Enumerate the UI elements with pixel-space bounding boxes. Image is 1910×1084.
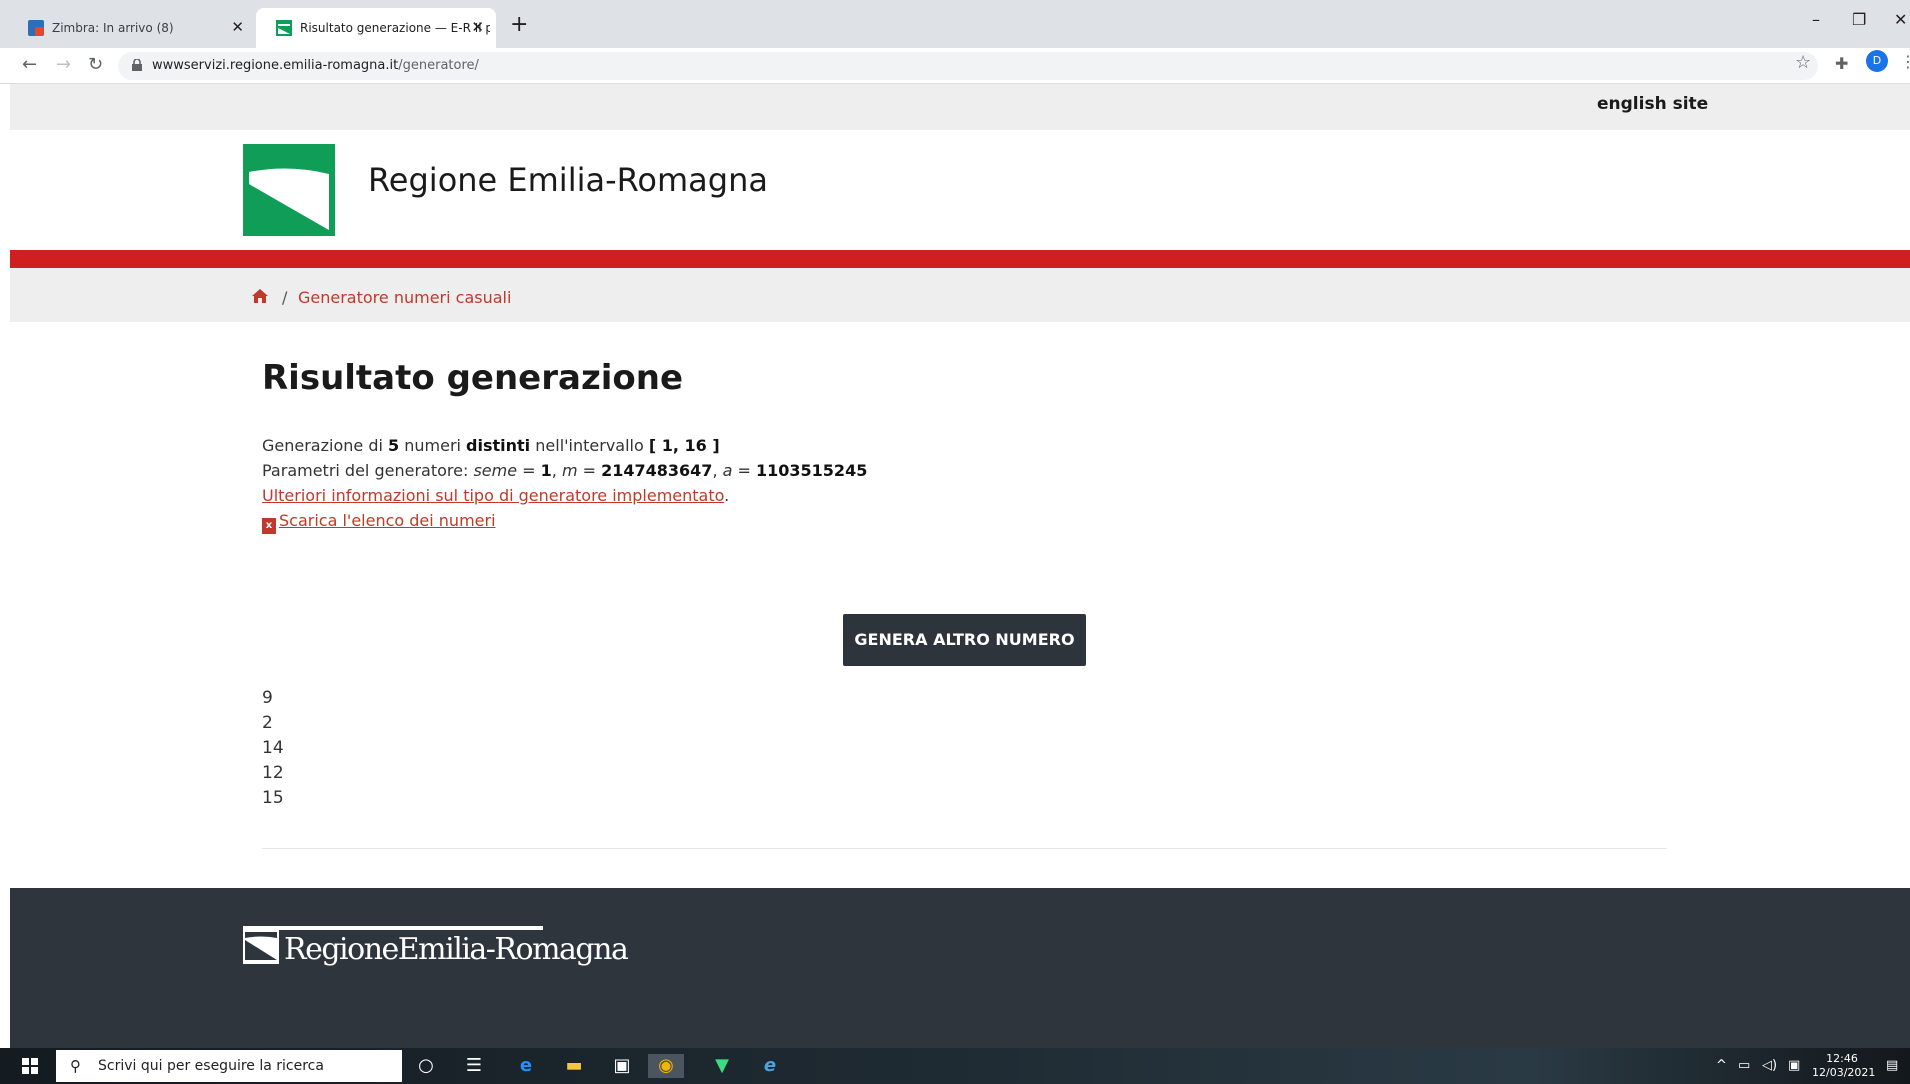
windows-taskbar: ⚲ Scrivi qui per eseguire la ricerca ○ ☰… (0, 1048, 1910, 1084)
search-icon: ⚲ (70, 1057, 81, 1075)
screen: Zimbra: In arrivo (8) ✕ Risultato genera… (0, 0, 1910, 1084)
english-site-link[interactable]: english site (1597, 94, 1708, 114)
more-info-period: . (724, 486, 730, 505)
generation-summary: Generazione di 5 numeri distinti nell'in… (262, 436, 720, 455)
excel-icon[interactable]: x (262, 518, 276, 534)
generate-another-button[interactable]: GENERA ALTRO NUMERO (843, 614, 1086, 666)
seed-value: 1 (540, 461, 552, 480)
breadcrumb-generatore-link[interactable]: Generatore numeri casuali (298, 288, 511, 307)
search-placeholder: Scrivi qui per eseguire la ricerca (98, 1058, 324, 1074)
tab-title: Risultato generazione — E-R Il p (300, 21, 490, 35)
params-text: = (732, 461, 756, 480)
regione-favicon-icon (276, 20, 292, 36)
network-icon[interactable]: ▭ (1738, 1058, 1750, 1073)
kind-value: distinti (466, 436, 531, 455)
m-value: 2147483647 (601, 461, 713, 480)
number-item: 9 (262, 688, 273, 708)
more-info-line: Ulteriori informazioni sul tipo di gener… (262, 486, 729, 505)
breadcrumb (10, 268, 1910, 322)
new-tab-icon[interactable]: + (510, 12, 528, 37)
close-window-icon[interactable]: ✕ (1894, 10, 1907, 29)
menu-icon[interactable]: ⋮ (1900, 52, 1910, 71)
number-item: 14 (262, 738, 284, 758)
tab-risultato[interactable]: Risultato generazione — E-R Il p ✕ (256, 8, 496, 48)
more-info-link[interactable]: Ulteriori informazioni sul tipo di gener… (262, 486, 724, 505)
download-line: x Scarica l'elenco dei numeri (262, 511, 496, 534)
volume-icon[interactable]: ◁) (1762, 1058, 1777, 1073)
params-text: , (551, 461, 562, 480)
m-label: m (561, 461, 578, 480)
clock-date: 12/03/2021 (1812, 1066, 1876, 1079)
taskbar-clock[interactable]: 12:46 12/03/2021 (1812, 1052, 1876, 1080)
internet-explorer-icon[interactable]: e (758, 1054, 782, 1078)
minimize-icon[interactable]: – (1812, 10, 1820, 29)
forward-icon[interactable]: → (56, 54, 71, 75)
cortana-icon[interactable]: ○ (414, 1054, 438, 1078)
address-bar[interactable]: wwwservizi.regione.emilia-romagna.it/gen… (118, 52, 1818, 80)
close-tab-icon[interactable]: ✕ (471, 18, 484, 36)
params-text: Parametri del generatore: (262, 461, 474, 480)
back-icon[interactable]: ← (22, 54, 37, 75)
chrome-icon[interactable]: ◉ (648, 1054, 684, 1078)
seed-label: seme (473, 461, 518, 480)
regione-logo-icon[interactable] (243, 144, 335, 236)
a-label: a (722, 461, 733, 480)
breadcrumb-separator: / (282, 288, 288, 307)
close-tab-icon[interactable]: ✕ (231, 18, 244, 36)
url-path: /generatore/ (398, 58, 479, 73)
browser-tabbar: Zimbra: In arrivo (8) ✕ Risultato genera… (0, 0, 1910, 48)
numbers-list: 9 2 14 12 15 (262, 686, 284, 811)
footer-logo-text[interactable]: RegioneEmilia-Romagna (284, 932, 629, 967)
tab-zimbra[interactable]: Zimbra: In arrivo (8) ✕ (8, 8, 256, 48)
generator-parameters: Parametri del generatore: seme = 1, m = … (262, 461, 867, 480)
app-triangle-icon[interactable]: ▼ (710, 1054, 734, 1078)
brand-red-bar (10, 250, 1910, 268)
number-item: 2 (262, 713, 273, 733)
browser-toolbar: ← → ↻ wwwservizi.regione.emilia-romagna.… (0, 48, 1910, 84)
profile-avatar[interactable]: D (1866, 50, 1888, 72)
taskbar-search-input[interactable]: ⚲ Scrivi qui per eseguire la ricerca (56, 1050, 402, 1082)
params-text: = (517, 461, 541, 480)
params-text: , (712, 461, 723, 480)
zimbra-icon (28, 20, 44, 36)
notification-badge-icon[interactable]: ▣ (1788, 1058, 1800, 1073)
reload-icon[interactable]: ↻ (88, 54, 103, 75)
summary-text: Generazione di (262, 436, 388, 455)
file-explorer-icon[interactable]: ▬ (562, 1054, 586, 1078)
tab-title: Zimbra: In arrivo (8) (52, 21, 174, 35)
restore-icon[interactable]: ❐ (1852, 10, 1866, 29)
content-divider (262, 848, 1667, 849)
lock-icon (132, 59, 142, 71)
a-value: 1103515245 (756, 461, 868, 480)
extensions-icon[interactable]: ✚ (1835, 54, 1848, 73)
edge-icon[interactable]: e (514, 1054, 538, 1078)
number-item: 12 (262, 763, 284, 783)
page-title: Risultato generazione (262, 358, 684, 398)
home-icon[interactable] (251, 288, 269, 304)
number-item: 15 (262, 788, 284, 808)
range-value: [ 1, 16 ] (648, 436, 720, 455)
clock-time: 12:46 (1826, 1052, 1858, 1065)
bookmark-star-icon[interactable]: ☆ (1795, 52, 1811, 73)
download-list-link[interactable]: Scarica l'elenco dei numeri (279, 511, 496, 530)
url-host: wwwservizi.regione.emilia-romagna.it (152, 58, 399, 73)
windows-start-icon[interactable] (22, 1058, 38, 1074)
count-value: 5 (388, 436, 400, 455)
store-icon[interactable]: ▣ (610, 1054, 634, 1078)
params-text: = (577, 461, 602, 480)
url-text: wwwservizi.regione.emilia-romagna.it/gen… (152, 58, 479, 73)
summary-text: nell'intervallo (530, 436, 649, 455)
task-view-icon[interactable]: ☰ (462, 1054, 486, 1078)
site-title[interactable]: Regione Emilia-Romagna (368, 161, 768, 199)
tray-chevron-icon[interactable]: ^ (1716, 1058, 1727, 1073)
action-center-icon[interactable]: ▤ (1886, 1058, 1898, 1073)
summary-text: numeri (399, 436, 467, 455)
